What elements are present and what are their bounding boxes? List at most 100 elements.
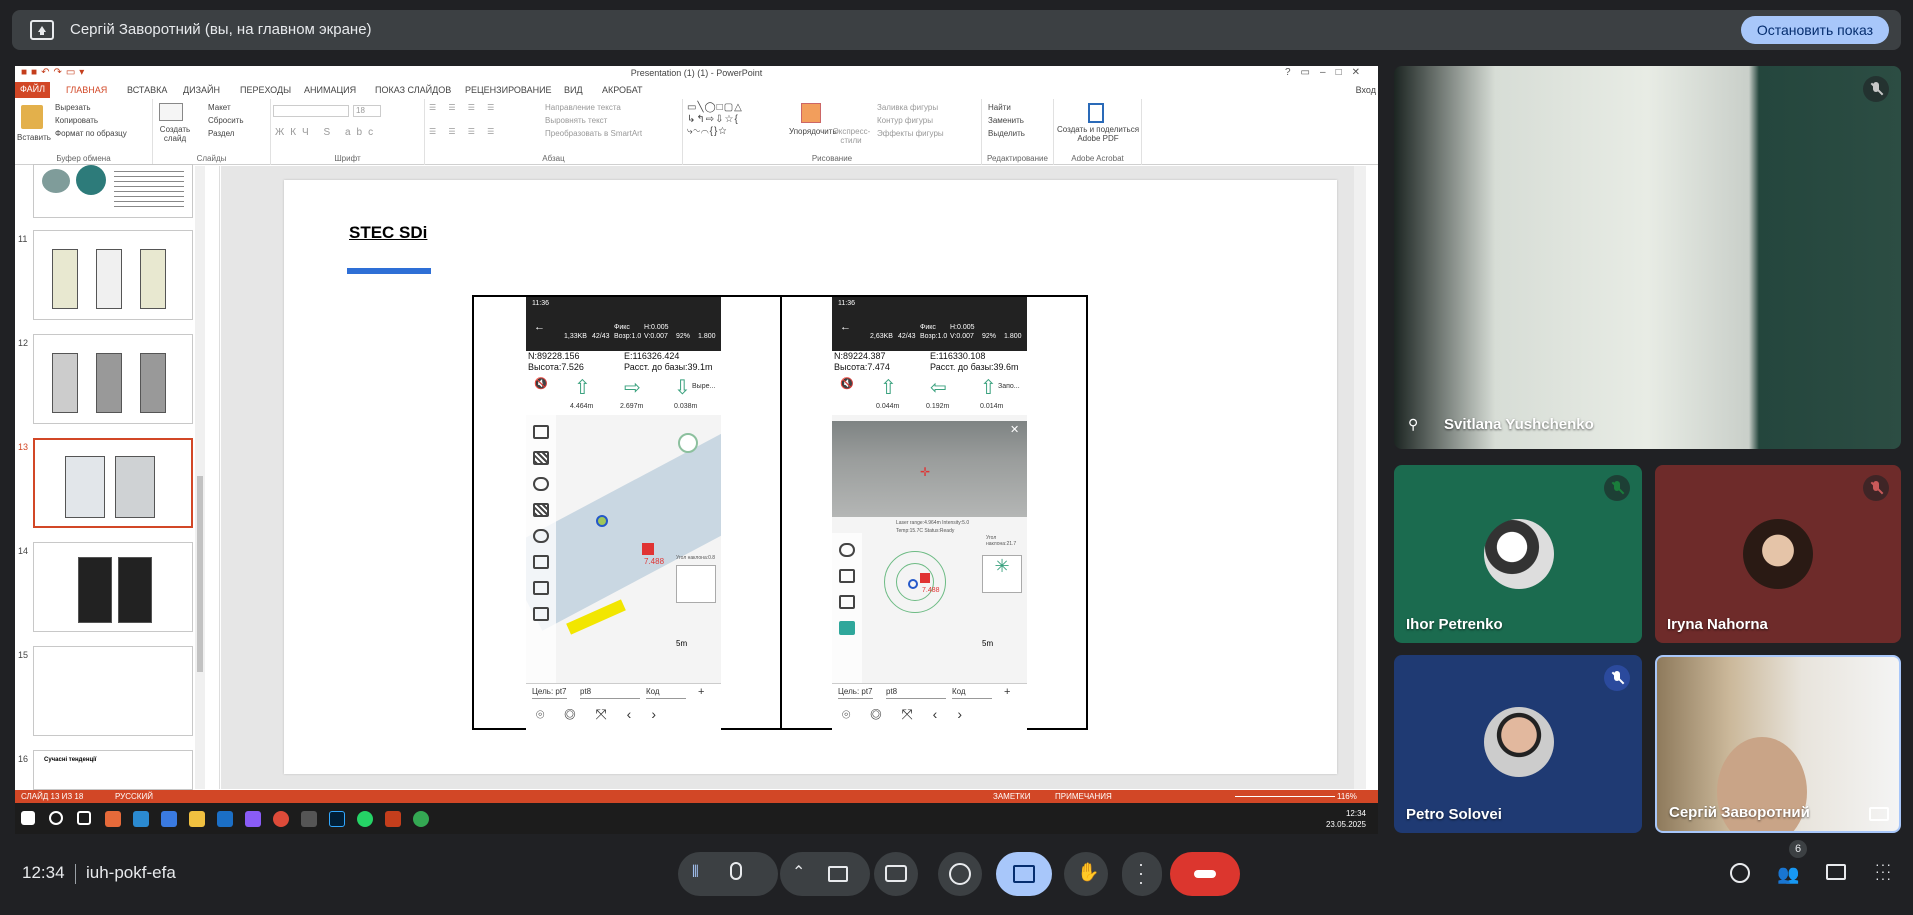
- laser-tool-button[interactable]: ✳: [982, 555, 1022, 593]
- present-screen-button[interactable]: [996, 852, 1052, 896]
- align-text-button[interactable]: Выровнять текст: [545, 116, 607, 125]
- tab-view[interactable]: ВИД: [564, 85, 583, 95]
- windows-start-icon[interactable]: [21, 811, 35, 825]
- code-input[interactable]: Код: [952, 687, 992, 699]
- create-adobe-pdf-button[interactable]: Создать и поделиться Adobe PDF: [1054, 125, 1142, 143]
- media-icon[interactable]: [301, 811, 317, 827]
- tab-review[interactable]: РЕЦЕНЗИРОВАНИЕ: [465, 85, 552, 95]
- add-icon[interactable]: +: [698, 686, 704, 698]
- paste-button[interactable]: Вставить: [17, 133, 51, 142]
- reactions-button[interactable]: [938, 852, 982, 896]
- chevron-up-icon[interactable]: ⌃: [792, 862, 805, 882]
- edge-icon[interactable]: [133, 811, 149, 827]
- list-buttons[interactable]: ☰ ☰ ☰ ☰: [429, 103, 499, 112]
- arrange-button[interactable]: Упорядочить: [789, 127, 837, 136]
- zoom-icon[interactable]: [839, 543, 855, 557]
- thumbnails-scrollbar[interactable]: [195, 166, 205, 789]
- scroll-thumb[interactable]: [197, 476, 203, 672]
- participant-tile-self[interactable]: Сергій Заворотний: [1655, 655, 1901, 833]
- raise-hand-button[interactable]: ✋: [1064, 852, 1108, 896]
- participant-tile[interactable]: Iryna Nahorna: [1655, 465, 1901, 643]
- activities-button[interactable]: ··· ··· ···: [1870, 857, 1900, 889]
- slide-thumbnail-10[interactable]: [33, 164, 193, 218]
- slide-thumbnail-15[interactable]: [33, 646, 193, 736]
- store-icon[interactable]: [161, 811, 177, 827]
- copilot-icon[interactable]: [105, 811, 121, 827]
- photoshop-icon[interactable]: [329, 811, 345, 827]
- audio-levels-icon[interactable]: ⫴: [692, 864, 699, 882]
- font-name-box[interactable]: [273, 105, 349, 117]
- hand-icon[interactable]: [533, 555, 549, 569]
- participant-tile[interactable]: Ihor Petrenko: [1394, 465, 1642, 643]
- bottom-nav-icons[interactable]: ⌾◎⤧‹›: [842, 706, 982, 723]
- laser-icon[interactable]: [839, 621, 855, 635]
- comments-button[interactable]: ПРИМЕЧАНИЯ: [1055, 792, 1112, 801]
- font-format-buttons[interactable]: ЖКЧ S abc: [275, 127, 379, 138]
- current-slide[interactable]: STEC SDi 11:36 ← 1,33KB 42/43 Фикс Возр:…: [284, 180, 1337, 774]
- leave-call-button[interactable]: [1170, 852, 1240, 896]
- close-icon[interactable]: ✕: [1010, 423, 1019, 436]
- layout-button[interactable]: Макет: [208, 103, 231, 112]
- more-options-button[interactable]: · · ·: [1122, 852, 1162, 896]
- whatsapp-icon[interactable]: [357, 811, 373, 827]
- zoom-icon[interactable]: [533, 529, 549, 543]
- language-indicator[interactable]: РУССКИЙ: [115, 792, 153, 801]
- search-icon[interactable]: [49, 811, 63, 825]
- reset-button[interactable]: Сбросить: [208, 116, 244, 125]
- tab-acrobat[interactable]: АКРОБАТ: [602, 85, 643, 95]
- cut-button[interactable]: Вырезать: [55, 103, 91, 112]
- chrome-icon[interactable]: [413, 811, 429, 827]
- people-button[interactable]: 👥: [1774, 859, 1804, 889]
- bottom-nav-icons[interactable]: ⌾◎⤧‹›: [536, 706, 676, 723]
- code-input[interactable]: Код: [646, 687, 686, 699]
- shape-outline-button[interactable]: Контур фигуры: [877, 116, 933, 125]
- system-clock[interactable]: 12:34 23.05.2025: [1326, 808, 1366, 830]
- curve-icon[interactable]: [839, 595, 855, 609]
- quick-styles-button[interactable]: Экспресс-стили: [833, 127, 870, 145]
- participant-tile[interactable]: Petro Solovei: [1394, 655, 1642, 833]
- location-icon[interactable]: [533, 477, 549, 491]
- slide-thumbnail-11[interactable]: [33, 230, 193, 320]
- self-view-icon[interactable]: [1869, 807, 1889, 821]
- slide-title[interactable]: STEC SDi: [349, 223, 427, 243]
- point-name-input[interactable]: pt8: [886, 687, 946, 699]
- replace-button[interactable]: Заменить: [988, 116, 1024, 125]
- stakeout-tool-button[interactable]: [676, 565, 716, 603]
- tab-slideshow[interactable]: ПОКАЗ СЛАЙДОВ: [375, 85, 451, 95]
- editor-scrollbar[interactable]: [1354, 166, 1366, 789]
- captions-button[interactable]: [874, 852, 918, 896]
- slide-thumbnail-12[interactable]: [33, 334, 193, 424]
- powerpoint-icon[interactable]: [385, 811, 401, 827]
- camera-icon[interactable]: [828, 866, 848, 882]
- format-painter-button[interactable]: Формат по образцу: [55, 129, 127, 138]
- point-name-input[interactable]: pt8: [580, 687, 640, 699]
- section-button[interactable]: Раздел: [208, 129, 234, 138]
- slide-thumbnail-13[interactable]: [33, 438, 193, 528]
- compass-icon[interactable]: [678, 433, 698, 453]
- tab-insert[interactable]: ВСТАВКА: [127, 85, 167, 95]
- tab-transitions[interactable]: ПЕРЕХОДЫ: [240, 85, 291, 95]
- zoom-level[interactable]: 116%: [1337, 792, 1357, 801]
- meeting-info-button[interactable]: [1726, 859, 1756, 889]
- select-button[interactable]: Выделить: [988, 129, 1025, 138]
- zoom-slider[interactable]: [1235, 796, 1335, 797]
- app-icon[interactable]: [245, 811, 261, 827]
- chat-button[interactable]: [1822, 859, 1852, 889]
- grid-icon[interactable]: [533, 503, 549, 517]
- copy-button[interactable]: Копировать: [55, 116, 98, 125]
- smartart-button[interactable]: Преобразовать в SmartArt: [545, 129, 642, 138]
- map-icon[interactable]: [533, 425, 549, 439]
- window-controls[interactable]: ?▭–□✕: [1285, 67, 1370, 78]
- shape-effects-button[interactable]: Эффекты фигуры: [877, 129, 944, 138]
- microphone-icon[interactable]: [730, 862, 742, 880]
- stop-presenting-button[interactable]: Остановить показ: [1740, 16, 1889, 44]
- shapes-gallery[interactable]: ▭╲◯□▢△ ↳↰⇨⇩☆{⤷∿⌒{}☆: [687, 102, 743, 138]
- outlook-icon[interactable]: [217, 811, 233, 827]
- signin-link[interactable]: Вход: [1356, 85, 1376, 95]
- notes-button[interactable]: ЗАМЕТКИ: [993, 792, 1030, 801]
- shape-fill-button[interactable]: Заливка фигуры: [877, 103, 938, 112]
- chrome-icon[interactable]: [273, 811, 289, 827]
- font-size-box[interactable]: 18: [353, 105, 381, 117]
- find-button[interactable]: Найти: [988, 103, 1011, 112]
- tab-home[interactable]: ГЛАВНАЯ: [66, 85, 107, 95]
